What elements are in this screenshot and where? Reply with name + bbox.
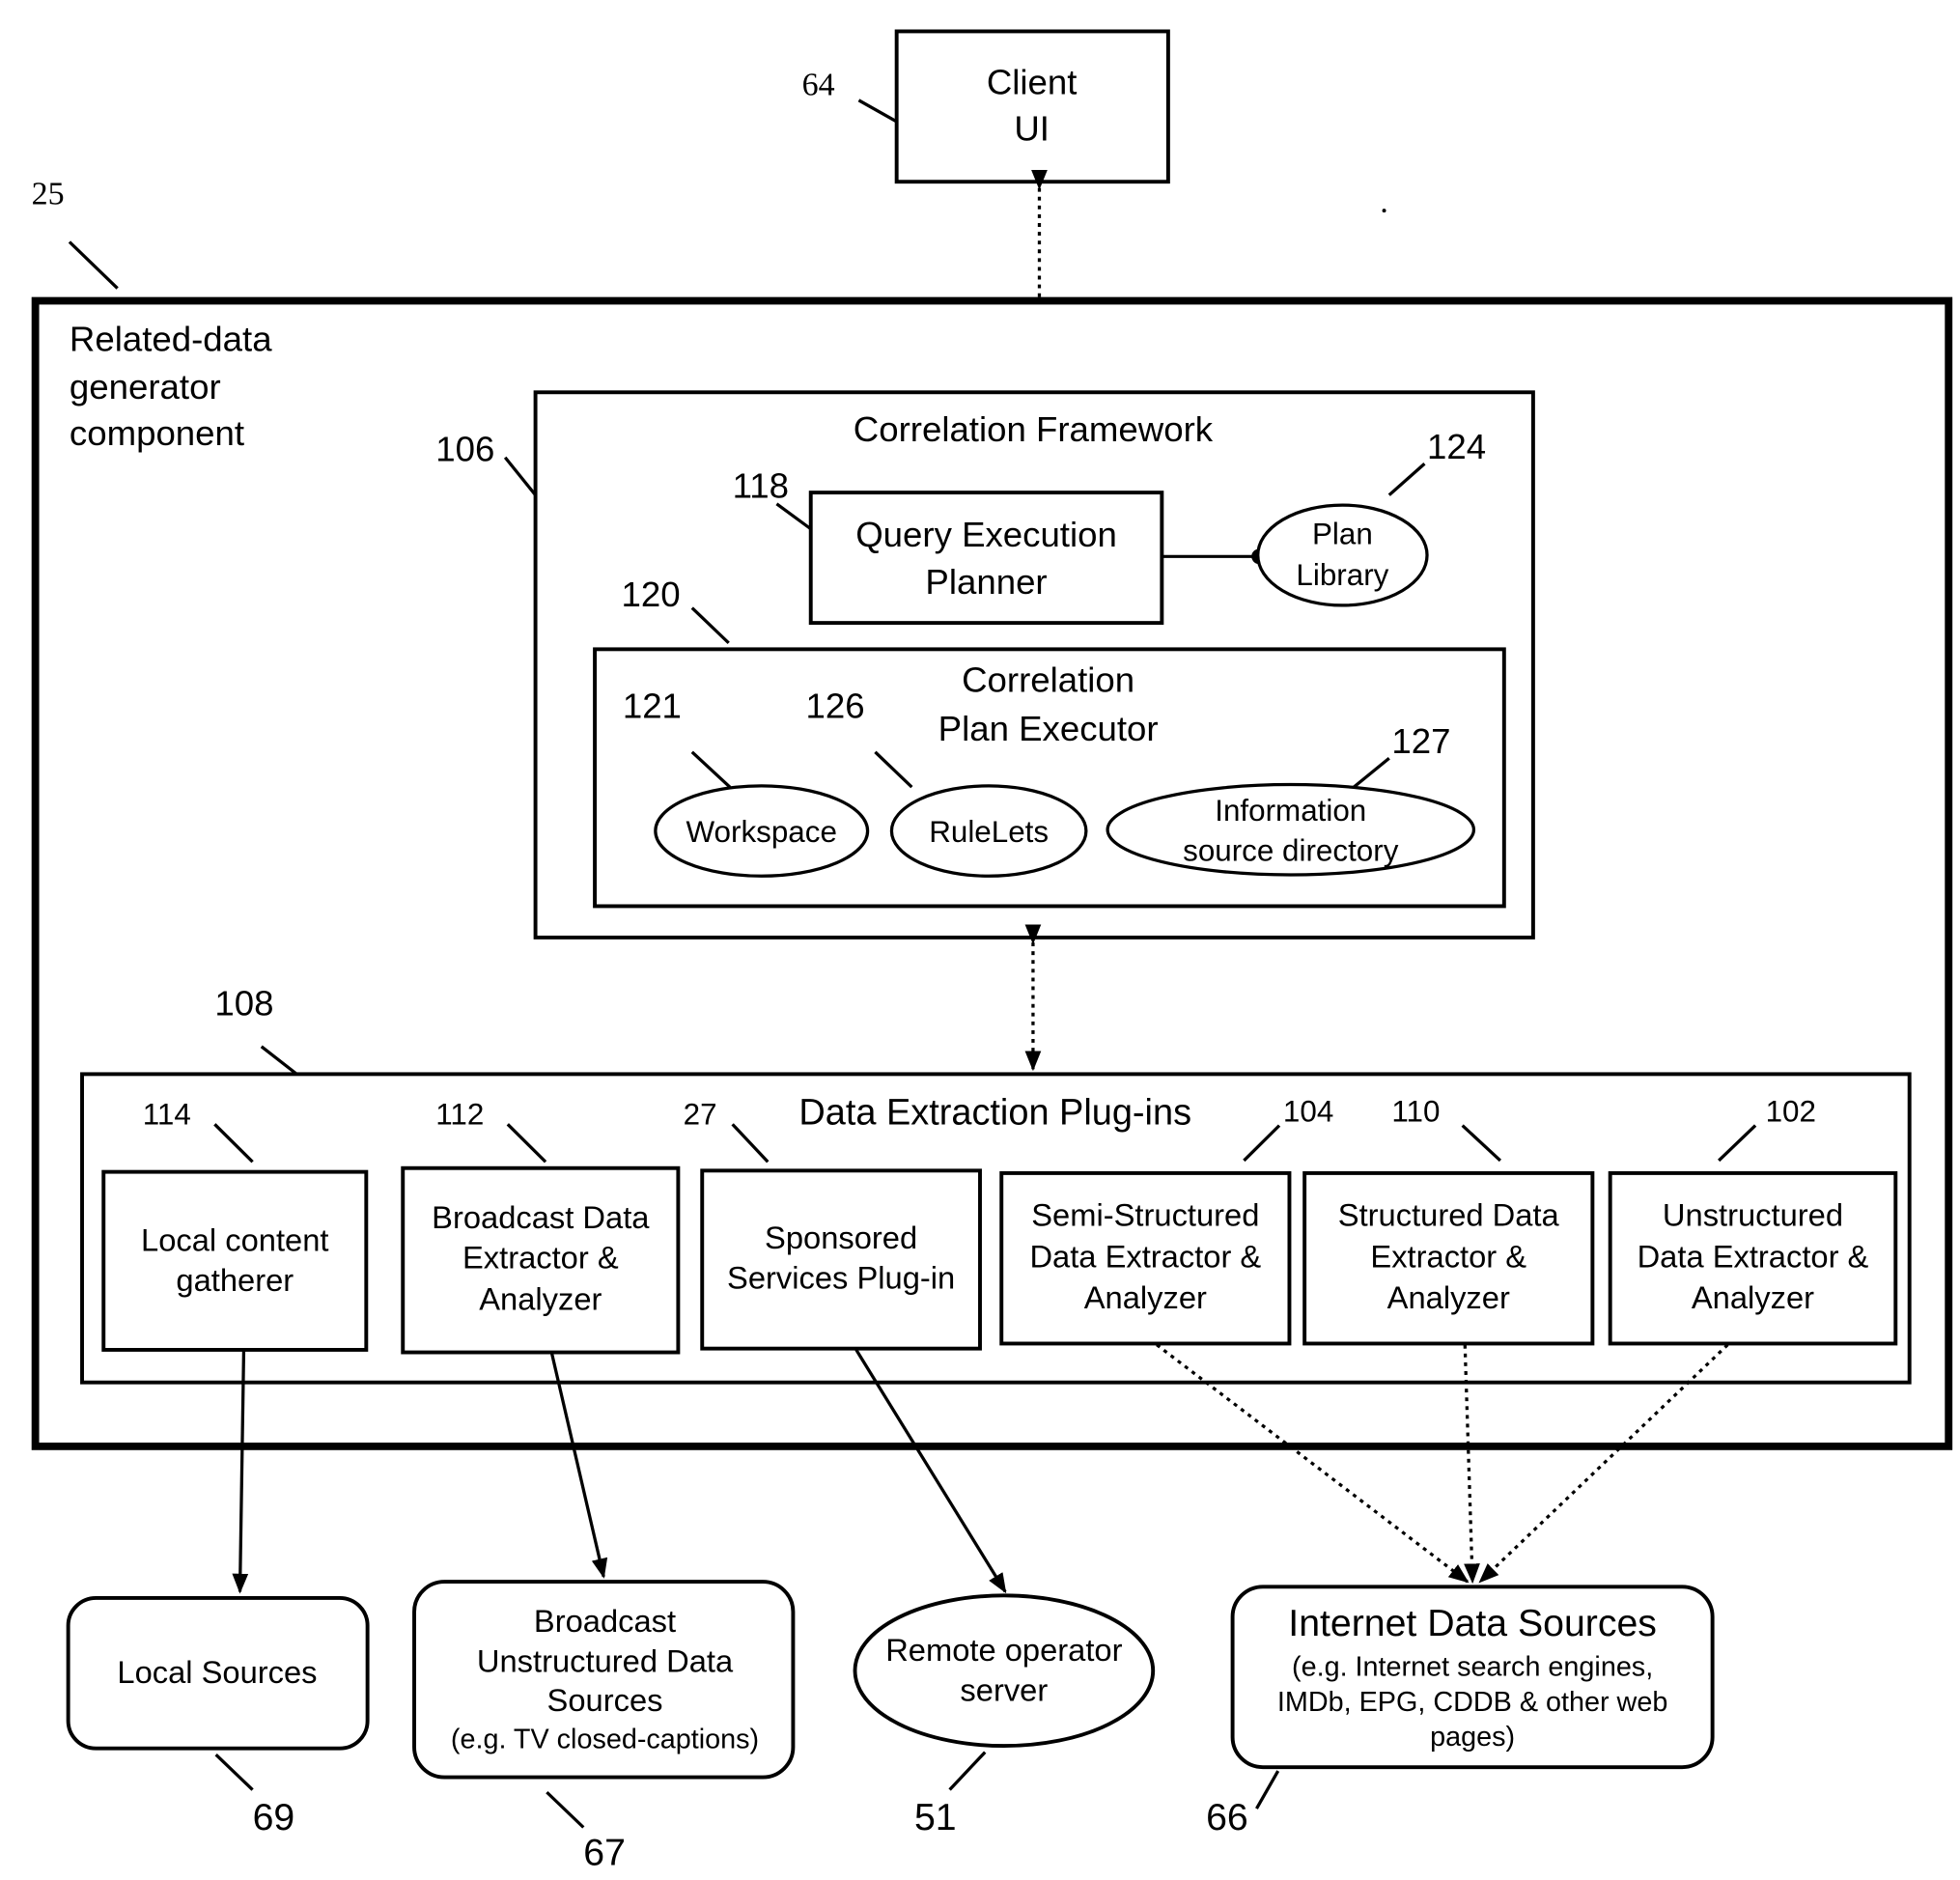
plugins-title: Data Extraction Plug-ins	[798, 1092, 1191, 1133]
plugin-local-content-gatherer	[101, 1169, 369, 1352]
ref-126: 126	[805, 687, 864, 726]
ref-110: 110	[1391, 1095, 1440, 1129]
plugin-102-label-3: Analyzer	[1692, 1280, 1814, 1315]
ref-106: 106	[435, 430, 494, 469]
plugin-27-label-2: Services Plug-in	[727, 1260, 955, 1295]
ref-51: 51	[914, 1797, 957, 1838]
query-planner-label-1: Query Execution	[855, 515, 1117, 554]
correlation-framework-title: Correlation Framework	[854, 409, 1214, 449]
broadcast-sources-label-1: Broadcast	[534, 1604, 676, 1639]
plugin-102-label-2: Data Extractor &	[1638, 1239, 1869, 1274]
internet-sources-label-2: IMDb, EPG, CDDB & other web	[1277, 1687, 1667, 1718]
plugin-104-label-3: Analyzer	[1084, 1280, 1207, 1315]
leader-67	[546, 1790, 585, 1829]
internet-sources-label-3: pages)	[1430, 1722, 1515, 1753]
ref-64: 64	[802, 68, 835, 103]
remote-server-label-1: Remote operator	[885, 1633, 1122, 1668]
broadcast-sources-label-4: (e.g. TV closed-captions)	[451, 1725, 759, 1755]
plan-library-label-1: Plan	[1312, 517, 1373, 550]
ref-27: 27	[684, 1097, 717, 1131]
outer-label-1: Related-data	[70, 320, 272, 359]
ref-104: 104	[1283, 1095, 1333, 1129]
plugin-104-label-1: Semi-Structured	[1031, 1198, 1259, 1233]
ref-102: 102	[1766, 1095, 1816, 1129]
leader-69	[214, 1754, 254, 1791]
workspace-label: Workspace	[686, 815, 837, 849]
plugin-110-label-2: Extractor &	[1370, 1239, 1526, 1274]
plugin-114-label-1: Local content	[141, 1223, 328, 1258]
client-ui-box: Client UI	[894, 29, 1170, 184]
plugin-110-label-3: Analyzer	[1387, 1280, 1510, 1315]
client-ui-label-2: UI	[1014, 109, 1050, 149]
leader-25	[68, 240, 119, 290]
outer-label-2: generator	[70, 367, 221, 407]
query-execution-planner-box	[808, 491, 1164, 626]
plugin-114-label-2: gatherer	[176, 1263, 294, 1298]
remote-operator-server-ellipse	[853, 1593, 1156, 1749]
leader-66	[1255, 1770, 1280, 1810]
rulelets-label: RuleLets	[929, 815, 1049, 849]
query-planner-label-2: Planner	[925, 562, 1047, 602]
client-ui-label-1: Client	[987, 62, 1078, 101]
plugin-102-label-1: Unstructured	[1663, 1198, 1843, 1233]
ref-67: 67	[583, 1833, 626, 1874]
local-sources-label: Local Sources	[117, 1655, 317, 1690]
ref-25: 25	[32, 177, 65, 212]
leader-64	[857, 98, 898, 124]
ref-112: 112	[435, 1097, 484, 1131]
ref-66: 66	[1206, 1797, 1248, 1838]
internet-sources-title: Internet Data Sources	[1288, 1603, 1657, 1644]
outer-label-3: component	[70, 413, 244, 453]
ref-118: 118	[733, 465, 789, 505]
plugin-110-label-1: Structured Data	[1338, 1198, 1560, 1233]
plugin-112-label-3: Analyzer	[479, 1282, 602, 1317]
ref-69: 69	[253, 1797, 295, 1838]
leader-51	[948, 1751, 987, 1791]
plan-executor-label-1: Correlation	[962, 660, 1134, 700]
plan-executor-label-2: Plan Executor	[938, 709, 1159, 748]
info-dir-label-2: source directory	[1183, 834, 1399, 868]
plugin-27-label-1: Sponsored	[765, 1221, 917, 1255]
info-dir-label-1: Information	[1215, 794, 1366, 828]
remote-server-label-2: server	[960, 1672, 1048, 1707]
ref-121: 121	[623, 687, 682, 726]
ref-114: 114	[143, 1097, 191, 1131]
ref-120: 120	[622, 575, 681, 614]
plan-library-label-2: Library	[1296, 558, 1388, 592]
speck	[1382, 209, 1386, 213]
ref-124: 124	[1427, 427, 1486, 466]
ref-108: 108	[214, 984, 273, 1024]
broadcast-sources-label-2: Unstructured Data	[477, 1644, 734, 1679]
plugin-112-label-2: Extractor &	[462, 1241, 619, 1276]
plugin-104-label-2: Data Extractor &	[1029, 1239, 1261, 1274]
internet-sources-label-1: (e.g. Internet search engines,	[1292, 1652, 1653, 1683]
plugin-112-label-1: Broadcast Data	[432, 1200, 650, 1235]
diagram: Client UI 64 25 Related-data generator c…	[31, 29, 1953, 1874]
ref-127: 127	[1391, 721, 1450, 761]
broadcast-sources-label-3: Sources	[547, 1683, 663, 1718]
